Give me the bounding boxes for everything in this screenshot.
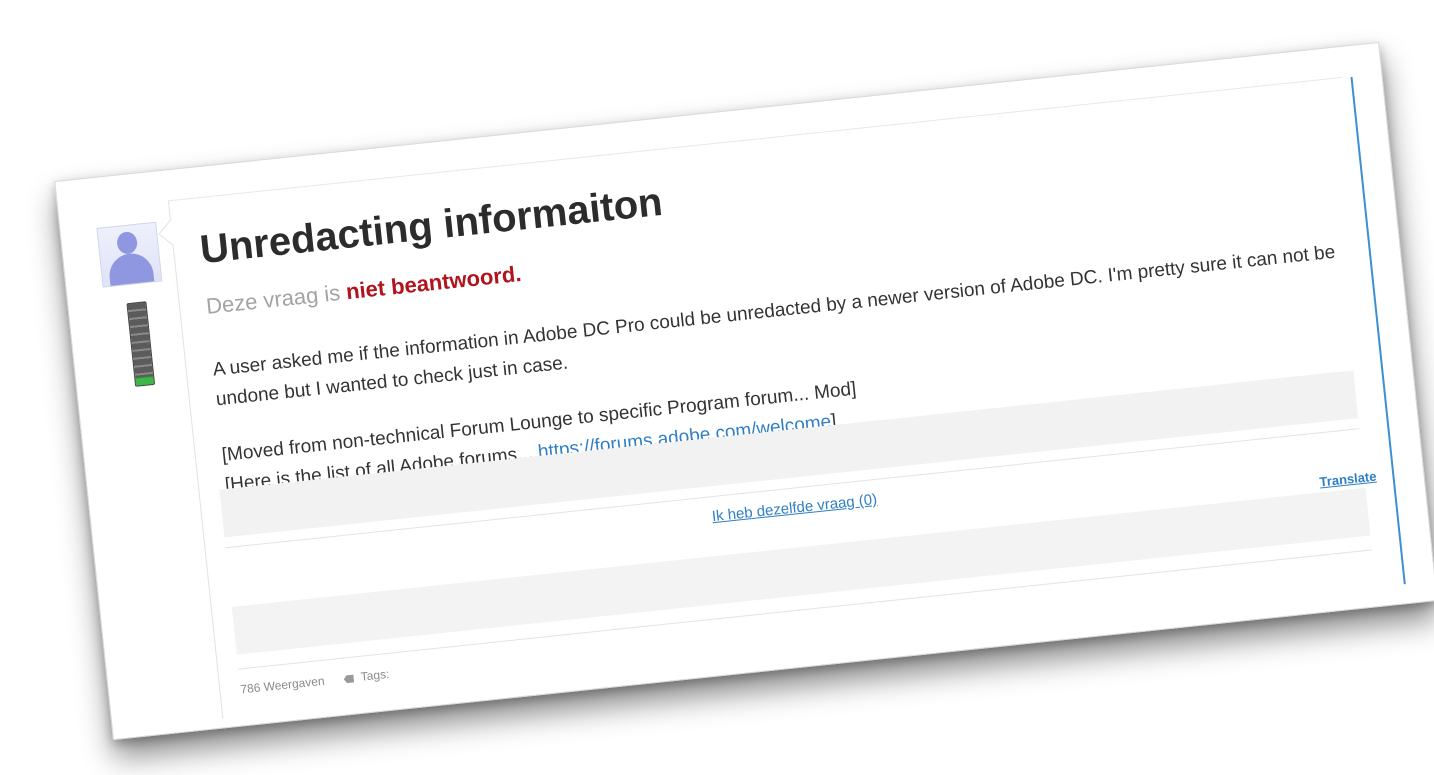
user-level-meter	[126, 301, 156, 387]
user-level-fill	[135, 376, 155, 386]
view-count: 786 Weergaven	[239, 673, 326, 697]
answer-status: Deze vraag is niet beantwoord.	[205, 261, 523, 320]
tags-label: Tags:	[360, 666, 391, 684]
post-title: Unredacting informaiton	[198, 179, 665, 273]
avatar-head	[116, 230, 139, 255]
forum-post-card: Unredacting informaiton Deze vraag is ni…	[54, 41, 1434, 741]
translate-link[interactable]: Translate	[1319, 469, 1377, 490]
post-meta: 786 Weergaven Tags:	[240, 667, 390, 697]
avatar-body	[107, 251, 155, 288]
forum-post-content: Unredacting informaiton Deze vraag is ni…	[55, 43, 1434, 739]
user-avatar-icon[interactable]	[96, 221, 163, 288]
answer-status-value: niet beantwoord.	[344, 260, 523, 305]
tag-icon	[343, 674, 354, 683]
screenshot-stage: Unredacting informaiton Deze vraag is ni…	[0, 0, 1434, 775]
post-body: Unredacting informaiton Deze vraag is ni…	[167, 76, 1406, 719]
answer-status-prefix: Deze vraag is	[204, 279, 342, 319]
